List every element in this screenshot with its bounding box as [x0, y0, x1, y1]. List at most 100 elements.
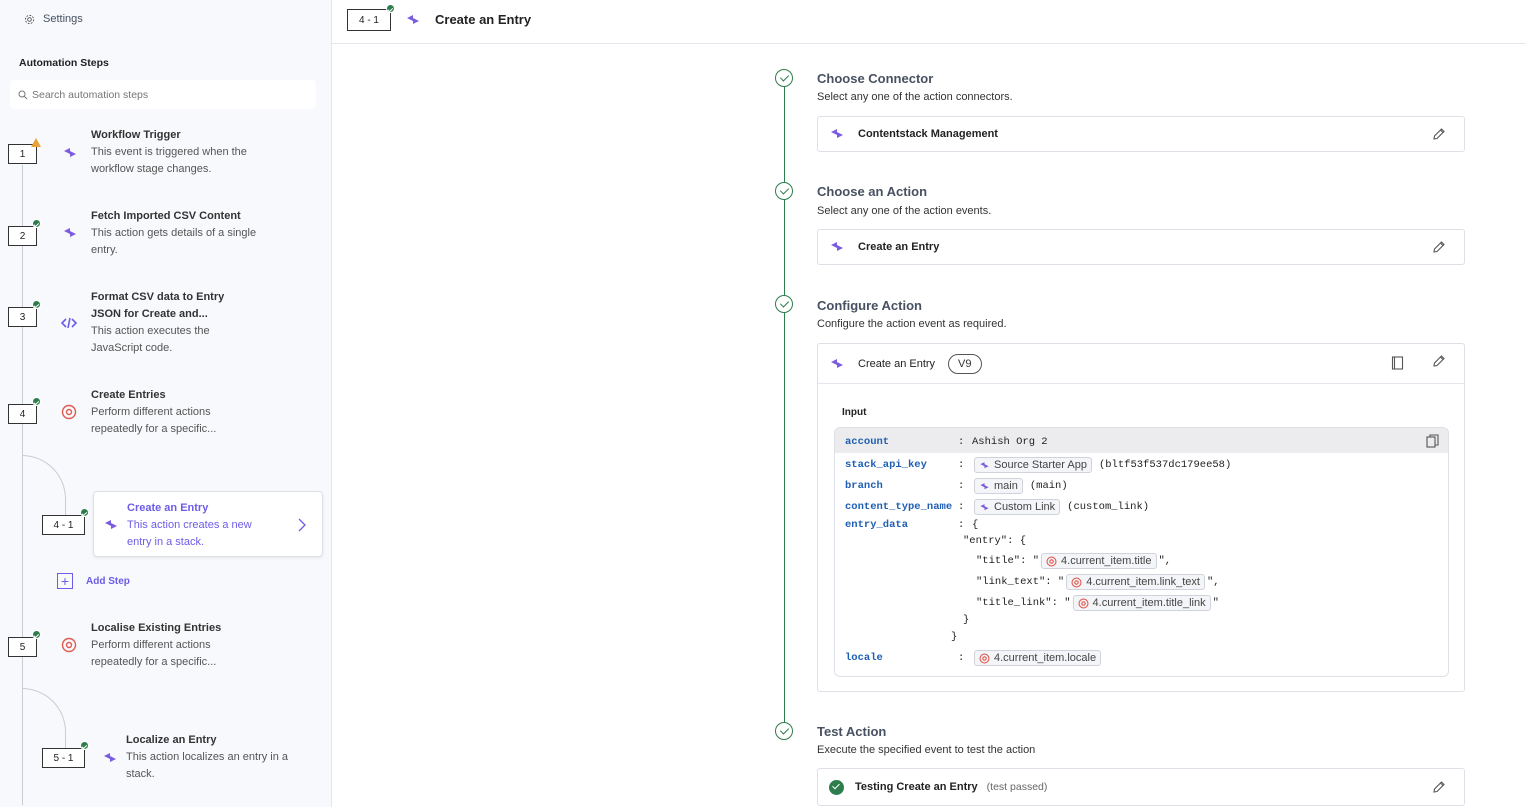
token-pill[interactable]: Source Starter App	[974, 457, 1092, 473]
section-title: Choose an Action	[817, 184, 928, 199]
json-brace: }	[951, 631, 958, 643]
step-number: 3	[8, 307, 37, 327]
connector-icon	[831, 129, 843, 138]
token-label: 4.current_item.locale	[994, 652, 1097, 664]
automation-steps-title: Automation Steps	[19, 57, 109, 69]
token-label: 4.current_item.title_link	[1092, 597, 1206, 609]
step-title[interactable]: Workflow Trigger	[91, 127, 181, 144]
connector-icon	[64, 228, 76, 237]
token-pill[interactable]: 4.current_item.locale	[974, 650, 1102, 666]
step-description: This action creates a new entry in a sta…	[127, 519, 252, 548]
test-name: Testing Create an Entry	[855, 781, 978, 793]
json-line: "entry": {	[963, 535, 1027, 547]
step-number: 5	[8, 637, 37, 657]
settings-label: Settings	[43, 13, 83, 25]
input-row-content-type: content_type_name: Custom Link (custom_l…	[845, 499, 1150, 515]
configure-action-name: Create an Entry	[858, 357, 936, 370]
loop-icon	[1071, 576, 1082, 588]
sidebar: Settings Automation Steps 1 Workflow Tri…	[0, 0, 332, 807]
warning-icon	[31, 138, 41, 147]
step-number: 1	[8, 144, 37, 164]
token-pill[interactable]: 4.current_item.title	[1041, 553, 1157, 569]
token-pill[interactable]: main	[974, 478, 1023, 494]
section-description: Select any one of the action connectors.	[817, 91, 1013, 103]
section-description: Configure the action event as required.	[817, 318, 1007, 330]
json-punct: "	[1212, 597, 1219, 609]
token-pill[interactable]: 4.current_item.title_link	[1072, 595, 1211, 611]
step-title[interactable]: Fetch Imported CSV Content	[91, 208, 241, 225]
input-key: locale	[845, 652, 883, 664]
edit-icon[interactable]	[1432, 780, 1446, 794]
token-pill[interactable]: 4.current_item.link_text	[1066, 574, 1205, 590]
step-complete-icon	[775, 722, 793, 740]
connector-icon	[980, 503, 989, 510]
token-pill[interactable]: Custom Link	[974, 499, 1061, 515]
action-name: Create an Entry	[858, 241, 940, 253]
success-badge-icon	[386, 4, 395, 13]
connector-icon	[64, 148, 76, 157]
input-key: stack_api_key	[845, 459, 927, 471]
json-brace: }	[963, 614, 970, 626]
section-description: Execute the specified event to test the …	[817, 744, 1036, 756]
input-value: (main)	[1029, 480, 1068, 492]
json-key: "title_link": "	[976, 597, 1071, 609]
search-icon	[18, 90, 28, 99]
success-badge-icon	[32, 300, 41, 309]
chevron-right-icon[interactable]	[297, 518, 307, 532]
step-number: 4 - 1	[42, 515, 85, 535]
code-icon	[61, 317, 77, 329]
search-input[interactable]	[32, 88, 292, 101]
connector-icon	[831, 358, 843, 368]
step-title[interactable]: Format CSV data to Entry JSON for Create…	[91, 289, 251, 323]
json-punct: ",	[1206, 576, 1220, 588]
book-icon[interactable]	[1391, 356, 1404, 370]
step-description: This event is triggered when the workflo…	[91, 146, 247, 175]
header-step-number: 4 - 1	[347, 9, 391, 31]
json-brace: {	[972, 519, 979, 531]
input-value: (bltf53f537dc179ee58)	[1098, 459, 1232, 471]
settings-link[interactable]: Settings	[24, 13, 83, 25]
step-description: Perform different actions repeatedly for…	[91, 406, 217, 435]
connector-icon	[831, 242, 843, 251]
input-key: account	[845, 436, 890, 448]
json-punct: ",	[1158, 555, 1172, 567]
step-description: This action executes the JavaScript code…	[91, 325, 210, 354]
connector-icon	[980, 482, 989, 489]
search-box[interactable]	[10, 80, 316, 109]
step-number: 4	[8, 404, 37, 424]
action-card[interactable]: Create an Entry	[817, 229, 1465, 265]
step-description: This action gets details of a single ent…	[91, 227, 257, 256]
connector-name: Contentstack Management	[858, 128, 998, 140]
step-complete-icon	[775, 182, 793, 200]
step-title[interactable]: Localise Existing Entries	[91, 620, 221, 637]
section-title: Configure Action	[817, 298, 922, 313]
loop-icon	[61, 637, 77, 653]
input-key: content_type_name	[845, 501, 953, 513]
page-title: Create an Entry	[435, 12, 532, 27]
test-card[interactable]: Testing Create an Entry (test passed)	[817, 768, 1465, 806]
step-title[interactable]: Localize an Entry	[126, 732, 216, 749]
loop-icon	[1046, 555, 1057, 567]
add-step-button[interactable]: + Add Step	[57, 573, 130, 589]
json-line-link-text: "link_text": " 4.current_item.link_text …	[976, 574, 1220, 590]
test-passed-icon	[829, 779, 844, 795]
edit-icon[interactable]	[1432, 354, 1446, 368]
input-row-stack: stack_api_key: Source Starter App (bltf5…	[845, 457, 1232, 473]
selected-step-card[interactable]: Create an Entry This action creates a ne…	[93, 491, 323, 557]
edit-icon[interactable]	[1432, 127, 1446, 141]
connector-card[interactable]: Contentstack Management	[817, 116, 1465, 152]
input-value: (custom_link)	[1067, 501, 1150, 513]
step-description: This action localizes an entry in a stac…	[126, 751, 289, 780]
section-title: Test Action	[817, 724, 887, 739]
token-label: Custom Link	[994, 501, 1056, 513]
test-status: (test passed)	[986, 781, 1048, 793]
edit-icon[interactable]	[1432, 240, 1446, 254]
input-label: Input	[842, 407, 867, 418]
step-title[interactable]: Create Entries	[91, 387, 166, 404]
token-label: 4.current_item.link_text	[1086, 576, 1200, 588]
json-key: "link_text": "	[976, 576, 1065, 588]
token-label: 4.current_item.title	[1061, 555, 1152, 567]
input-key: entry_data	[845, 519, 909, 531]
input-row-branch: branch: main (main)	[845, 478, 1068, 494]
copy-icon[interactable]	[1426, 434, 1439, 448]
